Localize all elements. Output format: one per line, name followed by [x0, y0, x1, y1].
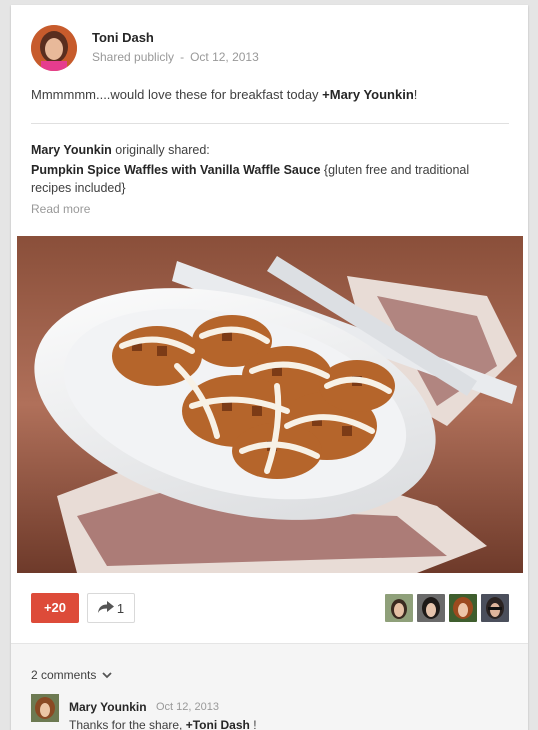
chevron-down-icon: [102, 668, 112, 682]
share-arrow-icon: [97, 600, 114, 616]
original-title: Pumpkin Spice Waffles with Vanilla Waffl…: [31, 161, 491, 197]
post-meta: Shared publicly - Oct 12, 2013: [92, 50, 259, 64]
comment-avatar[interactable]: [31, 694, 59, 722]
share-count: 1: [116, 600, 125, 616]
author-avatar[interactable]: [31, 25, 77, 71]
post-text-end: !: [413, 87, 418, 102]
waffle-photo[interactable]: [17, 236, 523, 573]
comment-text: Thanks for the share, +Toni Dash !: [69, 718, 257, 730]
divider: [31, 123, 509, 124]
post-card: Toni Dash Shared publicly - Oct 12, 2013 M…: [11, 5, 528, 730]
originally-shared-label: originally shared:: [111, 143, 210, 157]
visibility-label[interactable]: Shared publicly: [92, 50, 174, 64]
mention-link[interactable]: +Mary Younkin: [322, 87, 414, 102]
comment-text-body: Thanks for the share,: [69, 718, 186, 730]
plusser-avatar[interactable]: [417, 594, 445, 622]
comment-text-end: !: [249, 718, 257, 730]
plus-one-button[interactable]: +20: [31, 593, 79, 623]
plusser-avatar[interactable]: [449, 594, 477, 622]
comment-mention-link[interactable]: +Toni Dash: [186, 718, 250, 730]
post-date[interactable]: Oct 12, 2013: [190, 50, 259, 64]
post-text-body: Mmmmmm....would love these for breakfast…: [31, 87, 323, 102]
comments-count-label: 2 comments: [31, 668, 97, 682]
plusser-avatars: [385, 594, 509, 622]
share-button[interactable]: 1: [87, 593, 135, 623]
original-author[interactable]: Mary Younkin: [31, 143, 112, 157]
comments-section: 2 comments Mary Younkin Oct 12, 2013 Tha…: [11, 643, 528, 730]
plusser-avatar[interactable]: [481, 594, 509, 622]
plusser-avatar[interactable]: [385, 594, 413, 622]
original-title-link[interactable]: Pumpkin Spice Waffles with Vanilla Waffl…: [31, 163, 320, 177]
comment-author[interactable]: Mary Younkin: [69, 700, 147, 714]
original-share-header: Mary Younkin originally shared:: [31, 141, 511, 159]
read-more-link[interactable]: Read more: [31, 202, 90, 216]
author-name[interactable]: Toni Dash: [92, 30, 154, 45]
comment-date[interactable]: Oct 12, 2013: [156, 701, 219, 713]
comments-toggle[interactable]: 2 comments: [31, 668, 112, 682]
post-text: Mmmmmm....would love these for breakfast…: [31, 87, 511, 102]
